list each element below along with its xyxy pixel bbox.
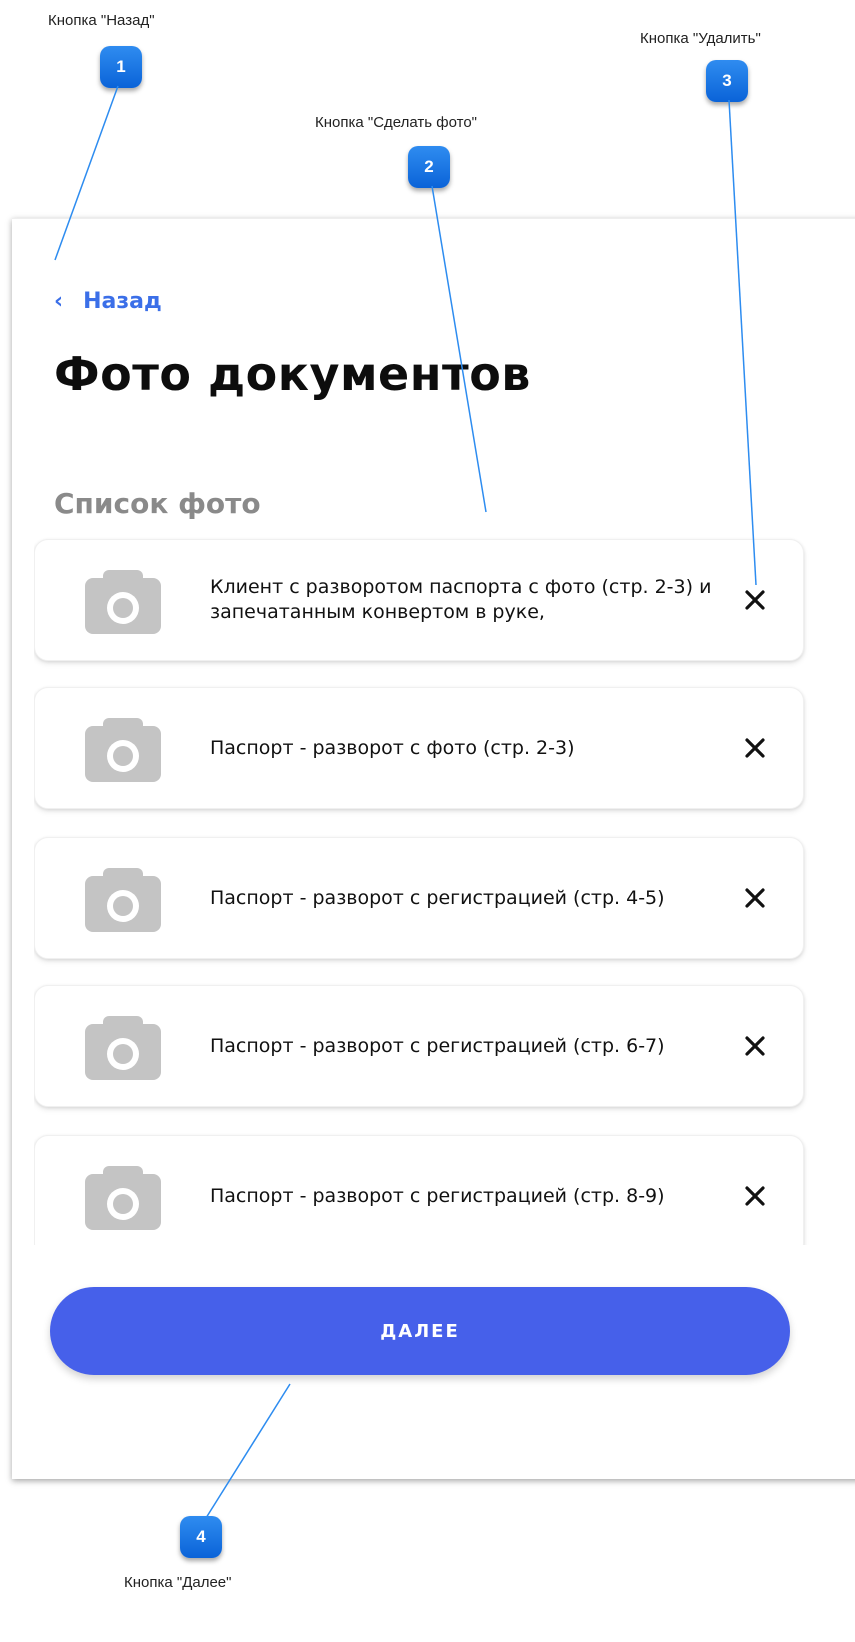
annotation-label-2: Кнопка "Сделать фото" xyxy=(315,114,477,131)
item-text: Паспорт - разворот с регистрацией (стр. … xyxy=(210,1034,665,1057)
annotation-badge-3: 3 xyxy=(706,60,748,102)
item-text: Паспорт - разворот с фото (стр. 2-3) xyxy=(210,736,575,759)
annotation-badge-1: 1 xyxy=(100,46,142,88)
camera-icon[interactable] xyxy=(85,868,161,937)
close-icon[interactable] xyxy=(735,878,775,918)
camera-icon[interactable] xyxy=(85,570,161,639)
next-button[interactable]: ДАЛЕЕ xyxy=(50,1287,790,1375)
list-item: Паспорт - разворот с регистрацией (стр. … xyxy=(34,1135,804,1245)
page-title: Фото документов xyxy=(54,347,531,401)
close-icon[interactable] xyxy=(735,728,775,768)
item-text: Клиент с разворотом паспорта с фото (стр… xyxy=(210,576,712,623)
photo-list[interactable]: Клиент с разворотом паспорта с фото (стр… xyxy=(34,537,852,1245)
app-screen: ‹ Назад Фото документов Список фото Клие… xyxy=(12,218,855,1479)
annotation-badge-4: 4 xyxy=(180,1516,222,1558)
annotation-label-3: Кнопка "Удалить" xyxy=(640,30,761,47)
list-item: Паспорт - разворот с регистрацией (стр. … xyxy=(34,837,804,959)
close-icon[interactable] xyxy=(735,1176,775,1216)
list-item: Паспорт - разворот с регистрацией (стр. … xyxy=(34,985,804,1107)
annotation-badge-2: 2 xyxy=(408,146,450,188)
camera-icon[interactable] xyxy=(85,1166,161,1235)
item-text: Паспорт - разворот с регистрацией (стр. … xyxy=(210,886,665,909)
close-icon[interactable] xyxy=(735,1026,775,1066)
list-item: Паспорт - разворот с фото (стр. 2-3) xyxy=(34,687,804,809)
chevron-left-icon: ‹ xyxy=(54,289,64,314)
list-item: Клиент с разворотом паспорта с фото (стр… xyxy=(34,539,804,661)
close-icon[interactable] xyxy=(735,580,775,620)
camera-icon[interactable] xyxy=(85,1016,161,1085)
camera-icon[interactable] xyxy=(85,718,161,787)
back-button[interactable]: ‹ Назад xyxy=(54,289,162,314)
item-text: Паспорт - разворот с регистрацией (стр. … xyxy=(210,1184,665,1207)
section-title: Список фото xyxy=(54,487,261,520)
annotation-label-4: Кнопка "Далее" xyxy=(124,1574,232,1591)
annotation-label-1: Кнопка "Назад" xyxy=(48,12,155,29)
back-label: Назад xyxy=(83,289,162,314)
